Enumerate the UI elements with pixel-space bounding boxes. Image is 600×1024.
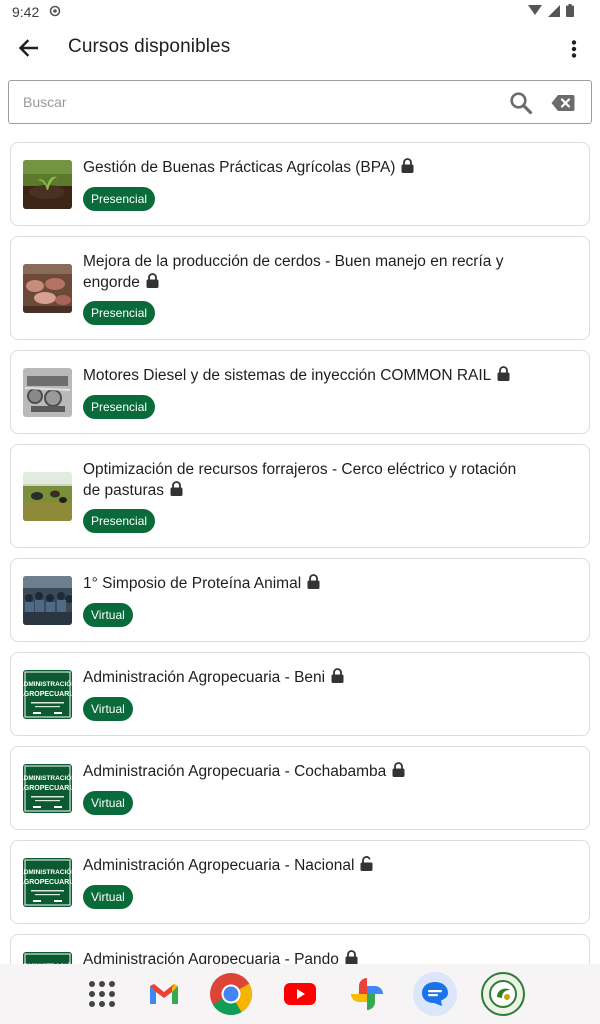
more-vert-icon [571, 40, 577, 58]
course-title: Administración Agropecuaria - Pando [83, 949, 523, 964]
course-title-text: Gestión de Buenas Prácticas Agrícolas (B… [83, 159, 396, 176]
modality-badge: Presencial [83, 187, 156, 211]
course-title-text: Administración Agropecuaria - Nacional [83, 857, 355, 874]
course-thumbnail [23, 472, 72, 521]
gmail-icon[interactable] [142, 972, 186, 1016]
thumb-text-line2: AGROPECUARIA [23, 691, 72, 698]
course-title: Gestión de Buenas Prácticas Agrícolas (B… [83, 157, 523, 178]
page-title: Cursos disponibles [68, 36, 231, 57]
thumb-text-line1: ADMINISTRACIÓN [23, 679, 72, 688]
modality-badge: Virtual [83, 885, 133, 909]
chrome-icon[interactable] [209, 972, 253, 1016]
modality-badge: Presencial [83, 301, 156, 325]
course-title: Administración Agropecuaria - Nacional [83, 855, 523, 876]
course-card[interactable]: ADMINISTRACIÓN AGROPECUARIA Administración… [10, 746, 590, 830]
course-title: Administración Agropecuaria - Cochabamba [83, 761, 523, 782]
modality-badge: Presencial [83, 509, 156, 533]
course-thumbnail: ADMINISTRACIÓN AGROPECUARIA [23, 670, 72, 719]
status-time: 9:42 [12, 4, 40, 20]
lock-icon [331, 668, 344, 683]
course-thumbnail [23, 368, 72, 417]
course-title: Optimización de recursos forrajeros - Ce… [83, 459, 523, 501]
lock-icon [392, 762, 405, 777]
course-app-icon[interactable] [481, 972, 525, 1016]
thumb-text-line2: AGROPECUARIA [23, 785, 72, 792]
course-title-text: Administración Agropecuaria - Pando [83, 951, 339, 964]
course-thumbnail: ADMINISTRACIÓN AGROPECUARIA [23, 764, 72, 813]
course-card[interactable]: Optimización de recursos forrajeros - Ce… [10, 444, 590, 548]
wifi-icon [548, 4, 560, 20]
app-drawer-icon[interactable] [80, 972, 124, 1016]
course-thumbnail: ADMINISTRACIÓNAGROPECUARIA [23, 952, 72, 964]
course-card[interactable]: Mejora de la producción de cerdos - Buen… [10, 236, 590, 340]
back-button[interactable] [14, 36, 42, 60]
lock-icon [307, 574, 320, 589]
modality-badge: Virtual [83, 697, 133, 721]
lock-icon [170, 481, 183, 496]
course-title-text: 1° Simposio de Proteína Animal [83, 575, 302, 592]
thumb-text-line2: AGROPECUARIA [23, 879, 72, 886]
course-title-text: Motores Diesel y de sistemas de inyecció… [83, 367, 492, 384]
modality-badge: Presencial [83, 395, 156, 419]
course-card[interactable]: Motores Diesel y de sistemas de inyecció… [10, 350, 590, 434]
thumb-text-line1: ADMINISTRACIÓN [23, 773, 72, 782]
more-options-button[interactable] [564, 38, 584, 60]
search-icon[interactable] [509, 91, 533, 115]
photos-icon[interactable] [345, 972, 389, 1016]
course-title-text: Administración Agropecuaria - Beni [83, 669, 326, 686]
course-card[interactable]: Gestión de Buenas Prácticas Agrícolas (B… [10, 142, 590, 226]
status-bar: 9:42 [0, 0, 600, 24]
course-card[interactable]: ADMINISTRACIÓN AGROPECUARIA Administración… [10, 840, 590, 924]
clear-text-icon[interactable] [551, 94, 575, 112]
signal-icon [528, 4, 542, 20]
app-dock [0, 964, 600, 1024]
lock-icon [401, 158, 414, 173]
lock-icon [497, 366, 510, 381]
notification-icon [49, 4, 61, 20]
course-title: Motores Diesel y de sistemas de inyecció… [83, 365, 523, 386]
search-input[interactable] [23, 91, 483, 113]
modality-badge: Virtual [83, 791, 133, 815]
course-card[interactable]: 1° Simposio de Proteína Animal Virtual [10, 558, 590, 642]
course-thumbnail [23, 576, 72, 625]
course-thumbnail [23, 264, 72, 313]
search-box [8, 80, 592, 124]
thumb-text-line1: ADMINISTRACIÓN [23, 867, 72, 876]
arrow-back-icon [18, 39, 38, 57]
course-card[interactable]: ADMINISTRACIÓN AGROPECUARIA Administración… [10, 652, 590, 736]
course-list: Gestión de Buenas Prácticas Agrícolas (B… [10, 142, 590, 964]
course-title: Administración Agropecuaria - Beni [83, 667, 523, 688]
app-bar: Cursos disponibles [0, 24, 600, 72]
lock-icon [345, 950, 358, 964]
course-title: 1° Simposio de Proteína Animal [83, 573, 523, 594]
course-card[interactable]: ADMINISTRACIÓNAGROPECUARIA Administración… [10, 934, 590, 964]
youtube-icon[interactable] [278, 972, 322, 1016]
lock-open-icon [360, 856, 373, 871]
battery-icon [566, 4, 574, 20]
course-title-text: Administración Agropecuaria - Cochabamba [83, 763, 387, 780]
lock-icon [146, 273, 159, 288]
course-title-text: Optimización de recursos forrajeros - Ce… [83, 461, 517, 499]
modality-badge: Virtual [83, 603, 133, 627]
course-thumbnail [23, 160, 72, 209]
course-title: Mejora de la producción de cerdos - Buen… [83, 251, 523, 293]
course-thumbnail: ADMINISTRACIÓN AGROPECUARIA [23, 858, 72, 907]
messages-icon[interactable] [413, 972, 457, 1016]
